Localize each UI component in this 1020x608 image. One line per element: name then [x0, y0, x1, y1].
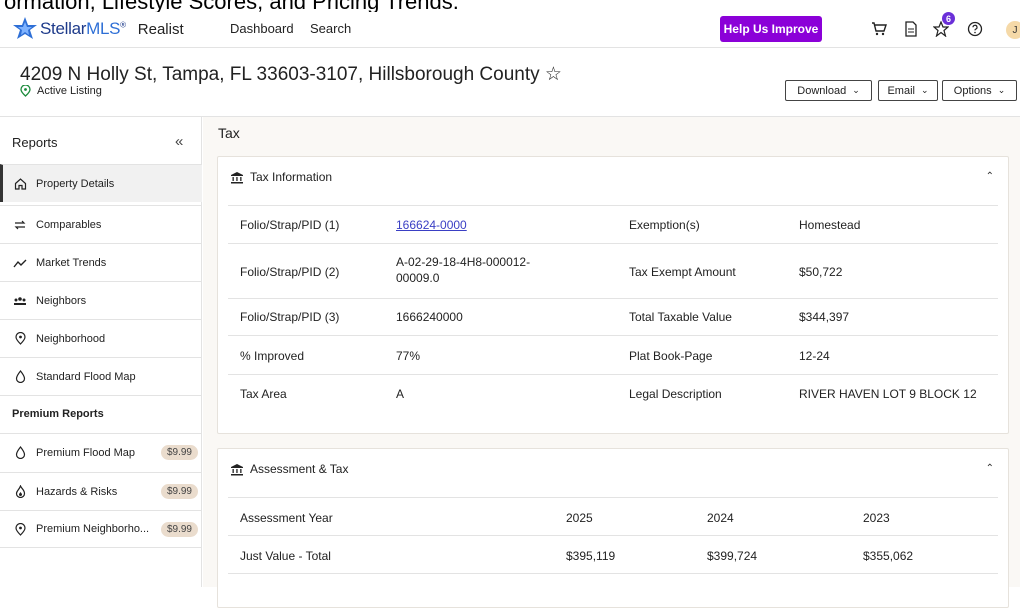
people-icon	[12, 296, 28, 306]
drop-icon	[12, 446, 28, 459]
property-address: 4209 N Holly St, Tampa, FL 33603-3107, H…	[20, 64, 562, 85]
price-badge: $9.99	[160, 521, 198, 537]
caption-text: ormation, Lifestyle Scores, and Pricing …	[0, 0, 1020, 12]
trend-icon	[12, 258, 28, 268]
table-cell: $395,119	[566, 549, 616, 563]
nav-search[interactable]: Search	[310, 21, 351, 36]
product-name: Realist	[137, 20, 184, 38]
row-divider	[228, 497, 998, 498]
main-content: Tax Tax Information ⌃ Folio/Strap/PID (1…	[203, 117, 1020, 608]
column-header: 2025	[566, 511, 593, 525]
bank-icon	[230, 171, 244, 184]
field-label: Plat Book-Page	[629, 349, 713, 363]
chevron-down-icon: ⌄	[997, 85, 1006, 95]
price-badge: $9.99	[160, 445, 198, 460]
star-icon[interactable]: 6	[930, 12, 955, 40]
collapse-sidebar-button[interactable]: «	[175, 133, 183, 150]
column-header: 2024	[707, 511, 734, 525]
logo[interactable]: StellarMLS® Realist	[12, 16, 184, 42]
field-value: $50,722	[799, 265, 843, 279]
field-label: Exemption(s)	[629, 218, 700, 232]
row-divider	[228, 374, 998, 375]
field-label: % Improved	[240, 349, 305, 363]
email-button[interactable]: Email ⌄	[878, 80, 938, 101]
fire-icon	[12, 485, 28, 498]
premium-reports-heading: Premium Reports	[12, 408, 104, 420]
field-value: 12-24	[799, 349, 830, 363]
field-value: A-02-29-18-4H8-000012-	[396, 255, 531, 269]
row-divider	[228, 205, 998, 206]
field-label: Tax Area	[240, 387, 287, 401]
top-bar: StellarMLS® Realist Dashboard Search Hel…	[0, 12, 1020, 48]
help-us-improve-button[interactable]: Help Us Improve	[720, 16, 822, 42]
location-pin-icon	[20, 85, 31, 97]
card-header[interactable]: Tax Information	[230, 170, 332, 184]
row-divider	[228, 298, 998, 299]
field-label: Legal Description	[629, 387, 722, 401]
options-button[interactable]: Options ⌄	[942, 80, 1017, 101]
row-divider	[228, 243, 998, 244]
card-header[interactable]: Assessment & Tax	[230, 462, 348, 476]
row-divider	[228, 535, 998, 536]
field-value: 00009.0	[396, 271, 440, 285]
sidebar-item-property-details[interactable]: Property Details	[0, 164, 202, 202]
tax-information-card: Tax Information ⌃ Folio/Strap/PID (1) 16…	[217, 156, 1009, 434]
field-label: Total Taxable Value	[629, 310, 732, 324]
nav-dashboard[interactable]: Dashboard	[230, 21, 294, 36]
price-badge: $9.99	[160, 484, 198, 499]
field-label: Folio/Strap/PID (1)	[240, 218, 340, 232]
help-circle-icon[interactable]	[964, 18, 986, 40]
field-label: Folio/Strap/PID (3)	[240, 310, 340, 324]
chevron-down-icon: ⌄	[920, 85, 929, 95]
location-icon	[12, 332, 28, 345]
home-icon	[12, 177, 28, 190]
table-cell: $355,062	[863, 549, 914, 563]
starburst-logo-icon	[13, 17, 37, 39]
sidebar: Reports « Property Details Comparables M…	[0, 117, 202, 587]
favorites-badge: 6	[942, 12, 955, 25]
listing-status-text: Active Listing	[37, 85, 102, 97]
table-row-label: Just Value - Total	[240, 549, 331, 563]
swap-icon	[12, 219, 28, 231]
sidebar-item-premium-flood-map[interactable]: Premium Flood Map $9.99	[0, 433, 202, 471]
sidebar-item-market-trends[interactable]: Market Trends	[0, 243, 202, 281]
sidebar-item-premium-neighborhood[interactable]: Premium Neighborho... $9.99	[0, 510, 202, 548]
chevron-up-icon[interactable]: ⌃	[986, 463, 994, 474]
download-button[interactable]: Download ⌄	[785, 80, 872, 101]
sidebar-item-neighbors[interactable]: Neighbors	[0, 281, 202, 319]
sidebar-divider	[0, 395, 202, 396]
avatar[interactable]: J	[1006, 21, 1020, 39]
field-label: Tax Exempt Amount	[629, 265, 736, 279]
row-divider	[228, 573, 998, 574]
logo-text: StellarMLS®	[40, 19, 126, 38]
section-title: Tax	[218, 125, 240, 141]
table-cell: $399,724	[707, 549, 758, 563]
field-value: 1666240000	[396, 310, 463, 324]
sidebar-item-neighborhood[interactable]: Neighborhood	[0, 319, 202, 357]
sidebar-item-comparables[interactable]: Comparables	[0, 205, 202, 243]
field-label: Folio/Strap/PID (2)	[240, 265, 340, 279]
chevron-down-icon: ⌄	[852, 85, 860, 95]
field-value: A	[396, 387, 405, 401]
document-icon[interactable]	[900, 18, 922, 40]
cart-icon[interactable]	[868, 18, 890, 40]
bank-icon	[230, 463, 244, 476]
listing-status: Active Listing	[20, 85, 102, 97]
drop-icon	[12, 370, 28, 383]
row-divider	[228, 335, 998, 336]
field-value: Homestead	[799, 218, 861, 232]
field-value: $344,397	[799, 310, 850, 324]
column-header: Assessment Year	[240, 511, 333, 525]
sidebar-item-hazards-risks[interactable]: Hazards & Risks $9.99	[0, 472, 202, 510]
column-header: 2023	[863, 511, 890, 525]
location-icon	[12, 522, 28, 536]
field-value: 77%	[396, 349, 421, 363]
sidebar-item-standard-flood-map[interactable]: Standard Flood Map	[0, 357, 202, 395]
folio-link[interactable]: 166624-0000	[396, 218, 467, 232]
chevron-up-icon[interactable]: ⌃	[986, 171, 994, 182]
field-value: RIVER HAVEN LOT 9 BLOCK 12	[799, 387, 977, 401]
assessment-tax-card: Assessment & Tax ⌃ Assessment Year 2025 …	[217, 448, 1009, 608]
sidebar-title: Reports	[12, 135, 58, 150]
